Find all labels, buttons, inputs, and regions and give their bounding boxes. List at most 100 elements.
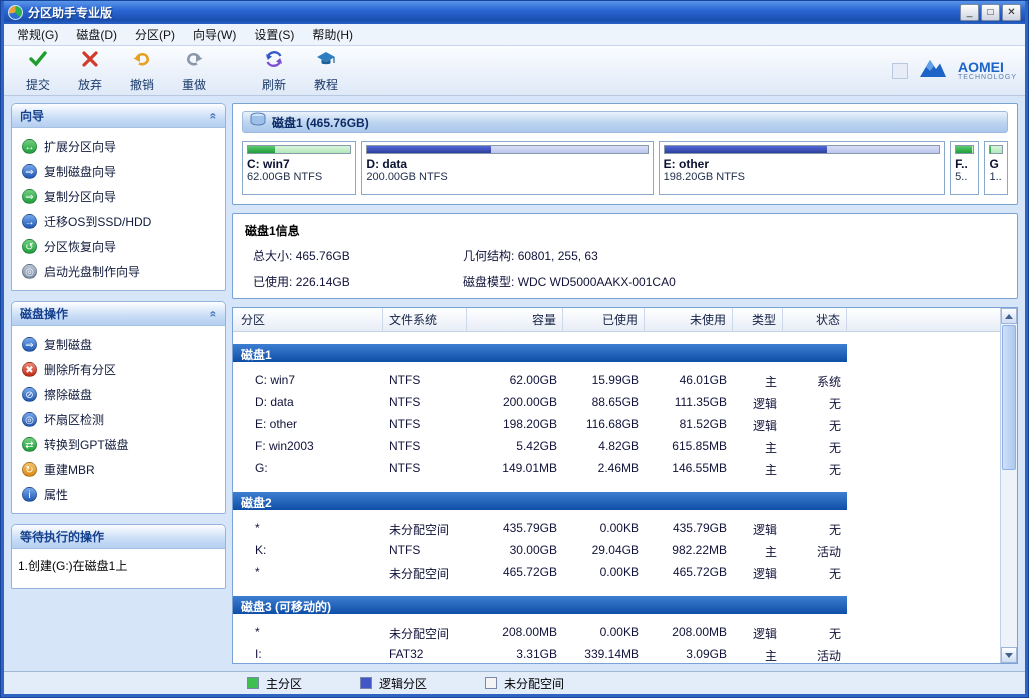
menu-bar: 常规(G) 磁盘(D) 分区(P) 向导(W) 设置(S) 帮助(H) [4, 24, 1025, 46]
sidebar-item-bad-sector-test[interactable]: ◎ 坏扇区检测 [16, 407, 221, 432]
scrollbar-thumb[interactable] [1002, 325, 1016, 470]
disk-icon [250, 112, 266, 132]
delete-all-partitions-icon: ✖ [22, 362, 37, 377]
app-icon [8, 5, 23, 20]
sidebar-item-rebuild-mbr[interactable]: ↻ 重建MBR [16, 457, 221, 482]
app-window: 分区助手专业版 _ □ ✕ 常规(G) 磁盘(D) 分区(P) 向导(W) 设置… [0, 0, 1029, 698]
sidebar-item-properties[interactable]: i 属性 [16, 482, 221, 507]
toolbar-right: AOMEI TECHNOLOGY [892, 57, 1017, 84]
disk-info-used: 已使用: 226.14GB [253, 273, 453, 290]
commit-button[interactable]: 提交 [12, 49, 64, 93]
migrate-os-icon: → [22, 214, 37, 229]
content-area: 向导 « ↔ 扩展分区向导 ⇒ 复制磁盘向导 ⇒ 复制分区向导 [4, 96, 1025, 671]
partition-block-g[interactable]: G 1.. [984, 141, 1008, 195]
menu-wizard[interactable]: 向导(W) [184, 23, 245, 46]
pending-operation-item[interactable]: 1.创建(G:)在磁盘1上 [12, 549, 225, 588]
col-filler [847, 308, 1000, 331]
legend-unallocated: 未分配空间 [485, 675, 564, 692]
partition-block-e[interactable]: E: other 198.20GB NTFS [659, 141, 945, 195]
sidebar-item-copy-disk-wizard[interactable]: ⇒ 复制磁盘向导 [16, 159, 221, 184]
sidebar-item-copy-disk[interactable]: ⇒ 复制磁盘 [16, 332, 221, 357]
sidebar-item-convert-gpt[interactable]: ⇄ 转换到GPT磁盘 [16, 432, 221, 457]
copy-disk-wizard-icon: ⇒ [22, 164, 37, 179]
disk-info-geometry: 几何结构: 60801, 255, 63 [463, 247, 1005, 264]
group-header-disk3[interactable]: 磁盘3 (可移动的) [233, 596, 847, 614]
brand-name: AOMEI [958, 61, 1017, 74]
table-row[interactable]: *未分配空间435.79GB0.00KB435.79GB逻辑无 [233, 518, 1000, 540]
scrollbar-track[interactable] [1001, 471, 1017, 647]
bootable-cd-wizard-icon: ◎ [22, 264, 37, 279]
disk-operations-panel: 磁盘操作 « ⇒ 复制磁盘 ✖ 删除所有分区 ⊘ 擦除磁盘 [11, 301, 226, 514]
table-row[interactable]: *未分配空间465.72GB0.00KB465.72GB逻辑无 [233, 562, 1000, 584]
commit-icon [28, 49, 48, 74]
partition-block-d[interactable]: D: data 200.00GB NTFS [361, 141, 653, 195]
collapse-chevron-icon[interactable]: « [207, 112, 221, 119]
properties-icon: i [22, 487, 37, 502]
menu-general[interactable]: 常规(G) [8, 23, 67, 46]
table-row[interactable]: D: dataNTFS200.00GB88.65GB111.35GB逻辑无 [233, 392, 1000, 414]
menu-disk[interactable]: 磁盘(D) [67, 23, 126, 46]
legend-primary: 主分区 [247, 675, 302, 692]
sidebar-item-partition-recovery-wizard[interactable]: ↺ 分区恢复向导 [16, 234, 221, 259]
table-row[interactable]: F: win2003NTFS5.42GB4.82GB615.85MB主无 [233, 436, 1000, 458]
table-row[interactable]: G:NTFS149.01MB2.46MB146.55MB主无 [233, 458, 1000, 480]
col-status[interactable]: 状态 [783, 308, 847, 331]
collapse-chevron-icon[interactable]: « [207, 310, 221, 317]
table-row[interactable]: C: win7NTFS62.00GB15.99GB46.01GB主系统 [233, 370, 1000, 392]
disk1-header-strip[interactable]: 磁盘1 (465.76GB) [242, 111, 1008, 133]
main-area: 磁盘1 (465.76GB) C: win7 62.00GB NTFS D: d… [232, 103, 1018, 664]
group-header-disk1[interactable]: 磁盘1 [233, 344, 847, 362]
discard-button[interactable]: 放弃 [64, 49, 116, 93]
tutorial-icon [316, 49, 336, 74]
unallocated-space-swatch [485, 677, 497, 689]
sidebar-item-copy-partition-wizard[interactable]: ⇒ 复制分区向导 [16, 184, 221, 209]
sidebar: 向导 « ↔ 扩展分区向导 ⇒ 复制磁盘向导 ⇒ 复制分区向导 [11, 103, 226, 664]
tutorial-button[interactable]: 教程 [300, 49, 352, 93]
close-button[interactable]: ✕ [1002, 4, 1021, 21]
panel-toggle-icon [892, 63, 908, 79]
disk-operations-panel-header[interactable]: 磁盘操作 « [12, 302, 225, 326]
sidebar-item-delete-all-partitions[interactable]: ✖ 删除所有分区 [16, 357, 221, 382]
group-header-disk2[interactable]: 磁盘2 [233, 492, 847, 510]
legend-logical: 逻辑分区 [360, 675, 427, 692]
vertical-scrollbar[interactable] [1000, 308, 1017, 663]
sidebar-item-extend-partition-wizard[interactable]: ↔ 扩展分区向导 [16, 134, 221, 159]
refresh-button[interactable]: 刷新 [248, 49, 300, 93]
partition-block-c[interactable]: C: win7 62.00GB NTFS [242, 141, 356, 195]
arrow-down-icon [1005, 653, 1013, 658]
scroll-down-button[interactable] [1001, 647, 1017, 663]
pending-operations-panel-header[interactable]: 等待执行的操作 [12, 525, 225, 549]
redo-button[interactable]: 重做 [168, 49, 220, 93]
disk-info-box: 磁盘1信息 总大小: 465.76GB 几何结构: 60801, 255, 63… [232, 213, 1018, 299]
pending-operations-panel: 等待执行的操作 1.创建(G:)在磁盘1上 [11, 524, 226, 589]
menu-partition[interactable]: 分区(P) [126, 23, 184, 46]
maximize-button[interactable]: □ [981, 4, 1000, 21]
col-filesystem[interactable]: 文件系统 [383, 308, 467, 331]
title-bar: 分区助手专业版 _ □ ✕ [4, 1, 1025, 24]
menu-settings[interactable]: 设置(S) [245, 23, 303, 46]
disk-graphical-view: 磁盘1 (465.76GB) C: win7 62.00GB NTFS D: d… [232, 103, 1018, 205]
table-row[interactable]: K:NTFS30.00GB29.04GB982.22MB主活动 [233, 540, 1000, 562]
table-row[interactable]: I:FAT323.31GB339.14MB3.09GB主活动 [233, 644, 1000, 663]
sidebar-item-bootable-cd-wizard[interactable]: ◎ 启动光盘制作向导 [16, 259, 221, 284]
table-row[interactable]: *未分配空间208.00MB0.00KB208.00MB逻辑无 [233, 622, 1000, 644]
col-partition[interactable]: 分区 [233, 308, 383, 331]
col-type[interactable]: 类型 [733, 308, 783, 331]
wizard-panel-header[interactable]: 向导 « [12, 104, 225, 128]
col-capacity[interactable]: 容量 [467, 308, 563, 331]
partition-block-f[interactable]: F.. 5.. [950, 141, 979, 195]
menu-help[interactable]: 帮助(H) [303, 23, 362, 46]
logical-partition-swatch [360, 677, 372, 689]
partition-usage-strip [955, 145, 974, 154]
minimize-button[interactable]: _ [960, 4, 979, 21]
scroll-up-button[interactable] [1001, 308, 1017, 324]
sidebar-item-migrate-os[interactable]: → 迁移OS到SSD/HDD [16, 209, 221, 234]
sidebar-item-wipe-disk[interactable]: ⊘ 擦除磁盘 [16, 382, 221, 407]
undo-button[interactable]: 撤销 [116, 49, 168, 93]
partition-recovery-wizard-icon: ↺ [22, 239, 37, 254]
col-used[interactable]: 已使用 [563, 308, 645, 331]
table-row[interactable]: E: otherNTFS198.20GB116.68GB81.52GB逻辑无 [233, 414, 1000, 436]
wipe-disk-icon: ⊘ [22, 387, 37, 402]
col-unused[interactable]: 未使用 [645, 308, 733, 331]
legend-bar: 主分区 逻辑分区 未分配空间 [4, 671, 1025, 694]
